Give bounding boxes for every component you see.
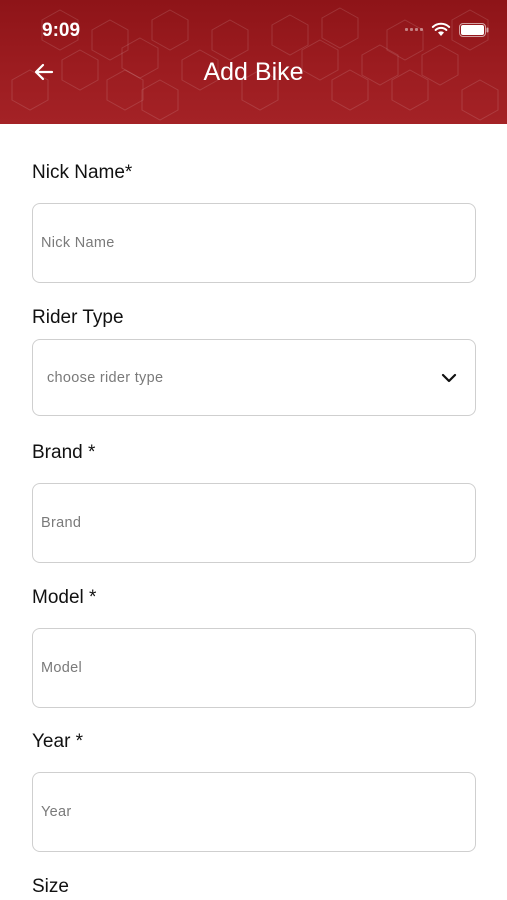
brand-label: Brand *: [32, 442, 96, 463]
rider-type-placeholder: choose rider type: [47, 369, 164, 386]
year-placeholder: Year: [41, 804, 72, 820]
status-time: 9:09: [42, 20, 81, 41]
size-label: Size: [32, 876, 69, 897]
wifi-icon: [431, 22, 451, 36]
signal-icon: [405, 28, 423, 31]
nickname-label: Nick Name*: [32, 162, 133, 183]
nickname-input[interactable]: Nick Name: [32, 203, 476, 283]
chevron-down-icon: [441, 373, 457, 382]
year-input[interactable]: Year: [32, 772, 476, 852]
brand-input[interactable]: Brand: [32, 483, 476, 563]
rider-type-select[interactable]: choose rider type: [32, 339, 476, 416]
nickname-placeholder: Nick Name: [41, 235, 115, 251]
year-label: Year *: [32, 731, 84, 752]
app-header: 9:09 Add Bike: [0, 0, 507, 124]
battery-icon: [459, 22, 489, 37]
rider-type-label: Rider Type: [32, 307, 124, 328]
model-input[interactable]: Model: [32, 628, 476, 708]
page-title: Add Bike: [203, 58, 304, 86]
brand-placeholder: Brand: [41, 515, 82, 531]
model-placeholder: Model: [41, 660, 82, 676]
model-label: Model *: [32, 587, 97, 608]
status-icons: [405, 22, 489, 37]
